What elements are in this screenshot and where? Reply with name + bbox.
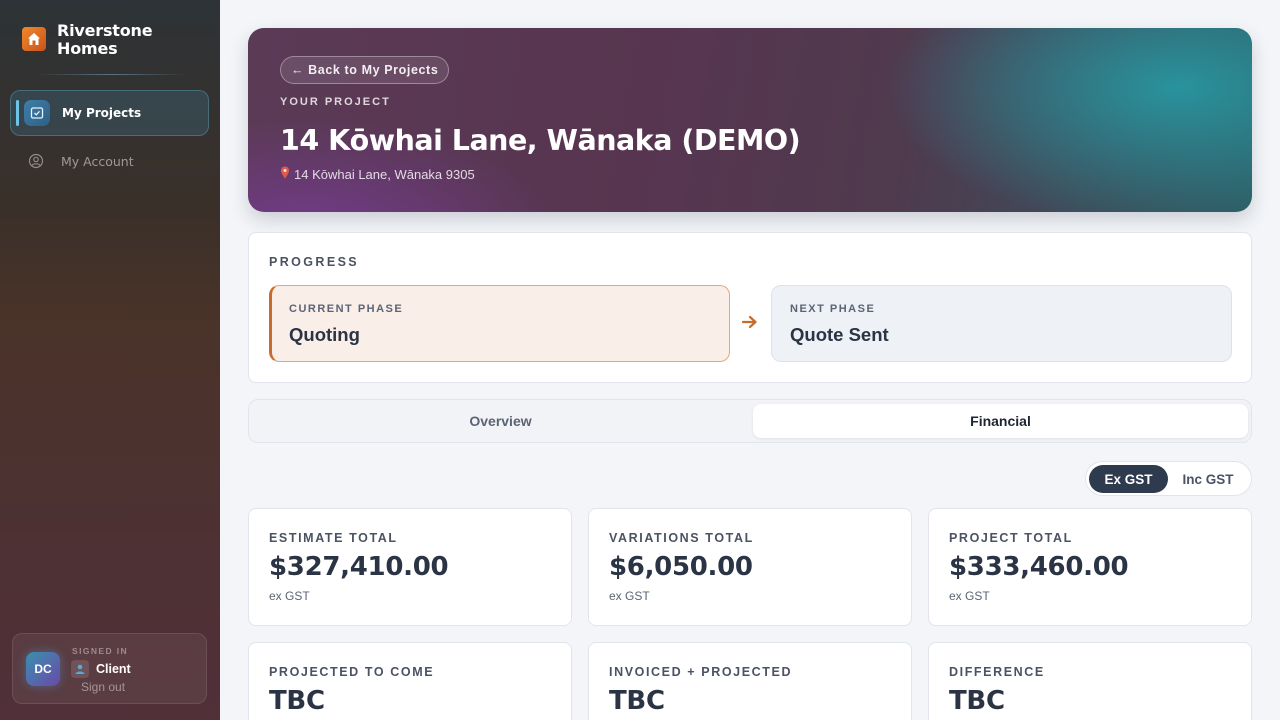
stat-value: $327,410.00 [269,552,449,582]
sidebar-item-label: My Projects [62,106,142,120]
project-address: 14 Kōwhai Lane, Wānaka 9305 [280,166,475,182]
project-tabs: Overview Financial [248,399,1252,443]
ex-gst-button[interactable]: Ex GST [1089,465,1168,493]
active-indicator [16,100,19,126]
stat-card-estimate-total: ESTIMATE TOTAL $327,410.00 ex GST [248,508,572,626]
stat-card-project-total: PROJECT TOTAL $333,460.00 ex GST [928,508,1252,626]
person-icon [71,660,89,678]
sidebar-item-my-projects[interactable]: My Projects [10,90,209,136]
stat-card-projected-to-come: PROJECTED TO COME TBC [248,642,572,720]
sidebar-item-label: My Account [61,153,134,169]
next-phase: NEXT PHASE Quote Sent [771,285,1232,362]
stat-label: ESTIMATE TOTAL [269,531,398,545]
avatar: DC [26,652,60,686]
brand-name: Riverstone Homes [57,21,153,58]
user-circle-icon [23,148,49,174]
page-title: 14 Kōwhai Lane, Wānaka (DEMO) [280,124,801,157]
sidebar-divider [36,74,188,75]
tab-financial[interactable]: Financial [753,404,1248,438]
hero-eyebrow: YOUR PROJECT [280,96,391,108]
signed-in-label: SIGNED IN [72,646,129,656]
progress-card: PROGRESS CURRENT PHASE Quoting NEXT PHAS… [248,232,1252,383]
next-phase-label: NEXT PHASE [790,303,876,315]
checklist-folder-icon [24,100,50,126]
stat-value: $333,460.00 [949,552,1129,582]
sidebar: Riverstone Homes My Projects My Account … [0,0,220,720]
sign-out-link[interactable]: Sign out [81,680,125,694]
stat-value: TBC [609,686,665,716]
back-to-projects-button[interactable]: ← Back to My Projects [280,56,450,84]
brand[interactable]: Riverstone Homes [22,22,177,58]
house-icon [22,27,46,51]
project-address-text: 14 Kōwhai Lane, Wānaka 9305 [294,166,475,182]
stat-label: DIFFERENCE [949,665,1045,679]
stat-label: PROJECT TOTAL [949,531,1073,545]
map-pin-icon [280,166,290,182]
stat-value: TBC [949,686,1005,716]
stat-label: INVOICED + PROJECTED [609,665,793,679]
stat-label: PROJECTED TO COME [269,665,435,679]
stat-sub: ex GST [609,589,650,603]
stat-value: $6,050.00 [609,552,753,582]
sidebar-item-my-account[interactable]: My Account [10,138,209,184]
stat-value: TBC [269,686,325,716]
role-label: Client [96,662,131,676]
current-phase: CURRENT PHASE Quoting [269,285,730,362]
stat-label: VARIATIONS TOTAL [609,531,754,545]
user-panel: DC SIGNED IN Client Sign out [12,633,207,704]
stat-card-difference: DIFFERENCE TBC [928,642,1252,720]
user-role: Client [71,660,131,678]
tab-overview[interactable]: Overview [253,404,748,438]
gst-toggle: Ex GST Inc GST [1085,461,1252,496]
stat-card-invoiced-projected: INVOICED + PROJECTED TBC [588,642,912,720]
stat-sub: ex GST [269,589,310,603]
current-phase-label: CURRENT PHASE [289,303,404,315]
arrow-right-icon [741,313,759,336]
inc-gst-button[interactable]: Inc GST [1170,465,1246,493]
stat-card-variations-total: VARIATIONS TOTAL $6,050.00 ex GST [588,508,912,626]
stat-sub: ex GST [949,589,990,603]
progress-heading: PROGRESS [269,255,360,269]
current-phase-value: Quoting [289,324,360,345]
next-phase-value: Quote Sent [790,324,889,345]
project-hero: ← Back to My Projects YOUR PROJECT 14 Kō… [248,28,1252,212]
